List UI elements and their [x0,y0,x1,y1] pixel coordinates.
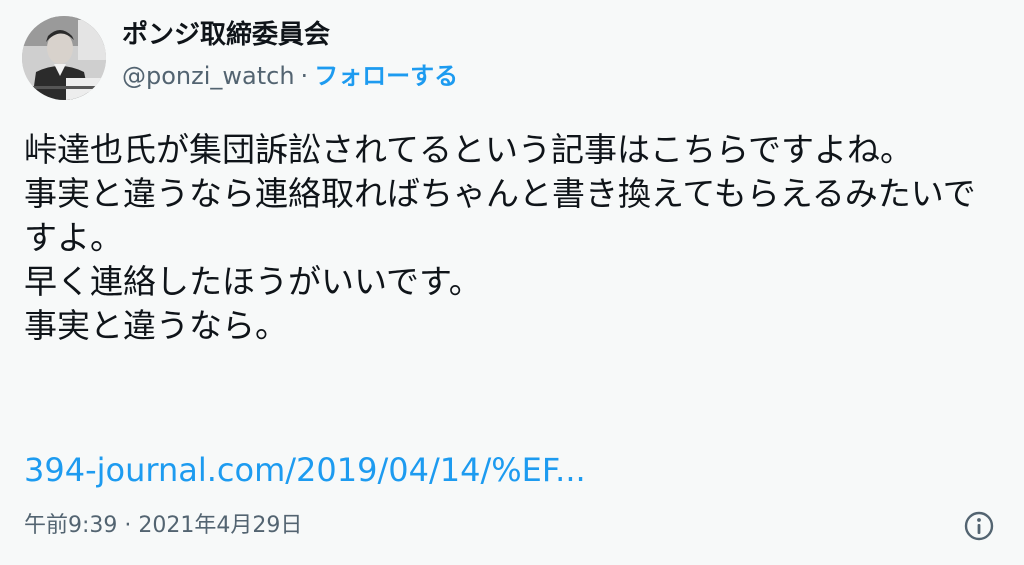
author-display-name[interactable]: ポンジ取締委員会 [122,18,458,52]
follow-button[interactable]: フォローする [314,62,458,90]
tweet-timestamp[interactable]: 午前9:39 · 2021年4月29日 [24,511,302,541]
tweet-card: ポンジ取締委員会 @ponzi_watch · フォローする 峠達也氏が集団訴訟され… [0,0,1024,565]
avatar-photo [22,16,106,100]
tweet-link[interactable]: 394-journal.com/2019/04/14/%EF... [24,450,586,490]
tweet-text: 峠達也氏が集団訴訟されてるという記事はこちらですよね。 事実と違うなら連絡取れば… [24,130,976,345]
separator-dot: · [300,62,309,90]
info-icon[interactable] [962,509,996,543]
author-handle[interactable]: @ponzi_watch [122,62,295,90]
avatar[interactable] [22,16,106,100]
author-handle-row: @ponzi_watch · フォローする [122,60,458,92]
tweet-header: ポンジ取締委員会 @ponzi_watch · フォローする [122,18,458,92]
